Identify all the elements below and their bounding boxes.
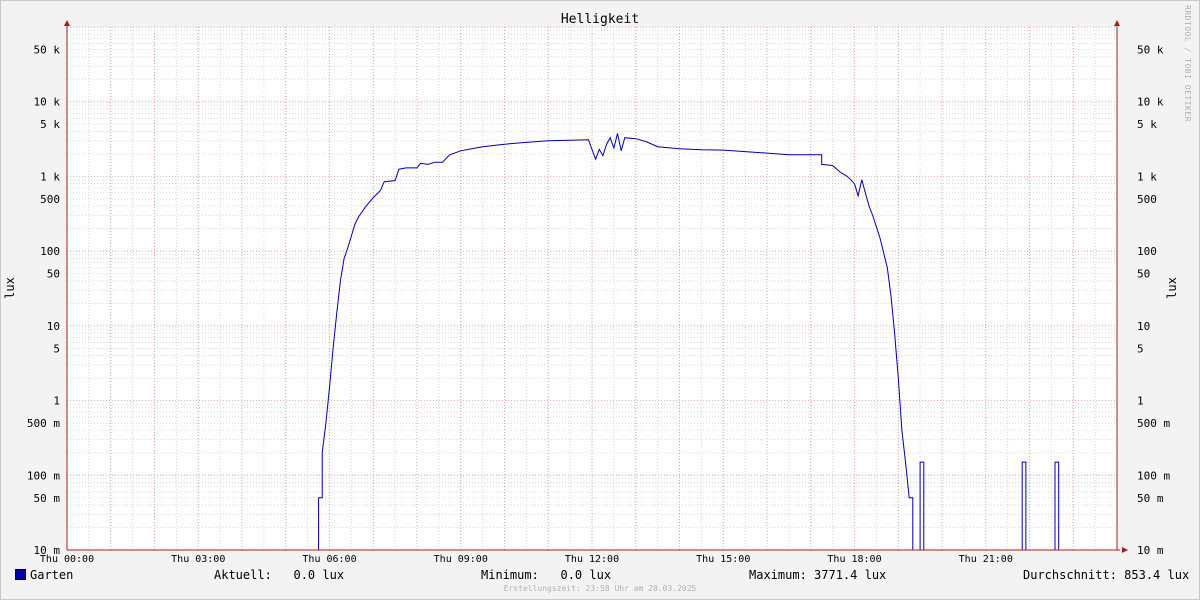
y-tick-label: 50 m — [1137, 492, 1164, 505]
y-tick-label: 10 — [47, 320, 60, 333]
x-tick-label: Thu 15:00 — [696, 554, 750, 565]
y-tick-label: 10 m — [1137, 544, 1164, 557]
x-tick-label: Thu 12:00 — [565, 554, 619, 565]
y-tick-label: 10 k — [34, 96, 61, 109]
x-tick-label: Thu 00:00 — [40, 554, 94, 565]
x-tick-label: Thu 21:00 — [959, 554, 1013, 565]
legend-swatch-garten — [15, 569, 26, 580]
y-tick-label: 10 — [1137, 320, 1150, 333]
y-tick-label: 100 — [1137, 245, 1157, 258]
y-axis-left-arrow — [64, 20, 70, 26]
y-tick-label: 100 m — [1137, 469, 1170, 482]
y-tick-label: 5 k — [1137, 118, 1157, 131]
y-tick-label: 50 k — [34, 43, 61, 56]
y-axis-label-right: lux — [1165, 277, 1179, 299]
y-axis-right-labels: 50 k 10 k 5 k 1 k 500 100 50 10 5 1 500 m 100 m 50 m… — [1137, 43, 1170, 557]
y-tick-label: 50 k — [1137, 43, 1164, 56]
x-tick-label: Thu 18:00 — [827, 554, 881, 565]
creation-timestamp: Erstellungszeit: 23:58 Uhr am 20.03.2025 — [503, 584, 697, 593]
y-tick-label: 1 — [53, 395, 60, 408]
y-axis-label-left: lux — [3, 277, 17, 299]
y-tick-label: 100 m — [27, 469, 60, 482]
legend-series-name: Garten — [30, 568, 74, 582]
y-tick-label: 500 — [1137, 193, 1157, 206]
rrdtool-credit: RRDTOOL / TOBI OETIKER — [1183, 5, 1192, 122]
y-tick-label: 5 — [1137, 342, 1144, 355]
x-tick-label: Thu 03:00 — [171, 554, 225, 565]
y-tick-label: 500 m — [1137, 417, 1170, 430]
y-tick-label: 500 — [40, 193, 60, 206]
y-tick-label: 50 — [1137, 268, 1150, 281]
x-tick-label: Thu 06:00 — [302, 554, 356, 565]
y-tick-label: 100 — [40, 245, 60, 258]
y-tick-label: 1 k — [1137, 170, 1157, 183]
x-axis-arrow — [1122, 547, 1128, 553]
y-tick-label: 5 — [53, 342, 60, 355]
y-tick-label: 50 — [47, 268, 60, 281]
y-tick-label: 5 k — [40, 118, 60, 131]
legend-average: Durchschnitt: 853.4 lux — [1023, 568, 1190, 582]
y-tick-label: 50 m — [34, 492, 61, 505]
legend-maximum: Maximum: 3771.4 lux — [749, 568, 887, 582]
legend-current: Aktuell: 0.0 lux — [214, 568, 345, 582]
y-tick-label: 10 k — [1137, 96, 1164, 109]
x-tick-label: Thu 09:00 — [434, 554, 488, 565]
legend-minimum: Minimum: 0.0 lux — [481, 568, 612, 582]
y-tick-label: 1 k — [40, 170, 60, 183]
y-tick-label: 1 — [1137, 395, 1144, 408]
y-axis-right-arrow — [1114, 20, 1120, 26]
x-axis-labels: Thu 00:00 Thu 03:00 Thu 06:00 Thu 09:00 Thu … — [40, 554, 1013, 565]
y-axis-left-labels: 50 k 10 k 5 k 1 k 500 100 50 10 5 1 500 m 100 m 50 m… — [27, 43, 60, 557]
legend: Garten Aktuell: 0.0 lux Minimum: 0.0 lux… — [0, 566, 1200, 586]
chart-title: Helligkeit — [561, 12, 639, 27]
chart: 50 k 10 k 5 k 1 k 500 100 50 10 5 1 500 m 100 m 50 m… — [3, 12, 1179, 565]
y-tick-label: 500 m — [27, 417, 60, 430]
